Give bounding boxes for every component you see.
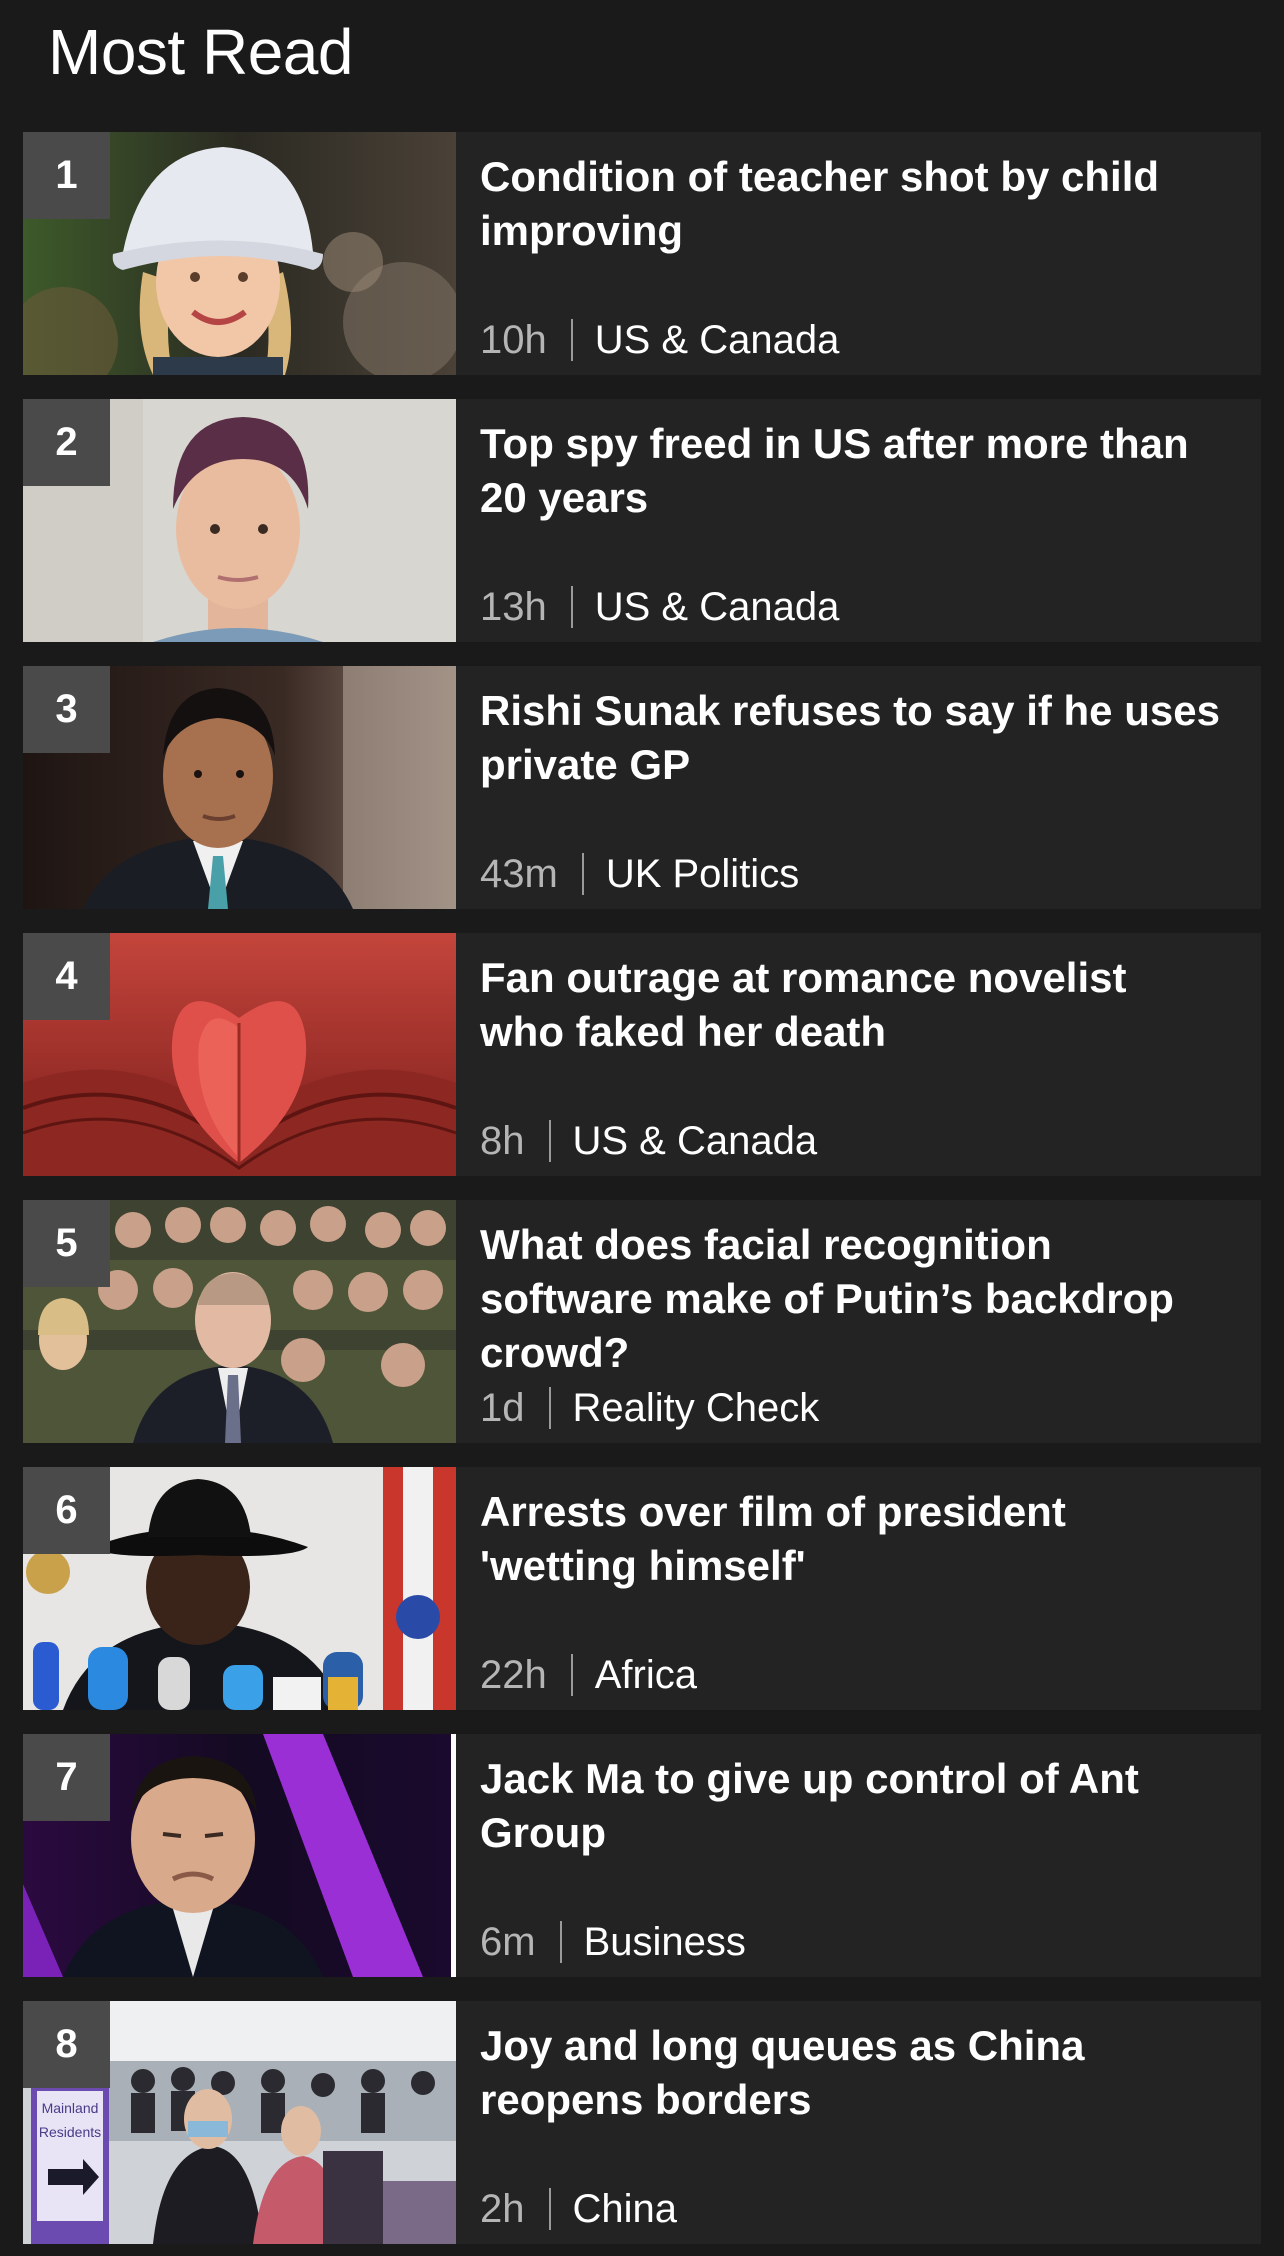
- meta-divider: [570, 586, 573, 628]
- story-meta: 43m UK Politics: [480, 849, 799, 899]
- story-time: 6m: [480, 1920, 536, 1964]
- rank-badge: 3: [23, 666, 110, 753]
- story-thumbnail[interactable]: 3: [23, 666, 456, 909]
- story-topic[interactable]: US & Canada: [595, 315, 840, 365]
- story-headline[interactable]: What does facial recognition software ma…: [480, 1218, 1221, 1380]
- story-text: Arrests over film of president 'wetting …: [456, 1467, 1261, 1710]
- story-thumbnail[interactable]: 5: [23, 1200, 456, 1443]
- story-headline[interactable]: Arrests over film of president 'wetting …: [480, 1485, 1221, 1593]
- story-meta: 6m Business: [480, 1917, 746, 1967]
- story-headline[interactable]: Joy and long queues as China reopens bor…: [480, 2019, 1221, 2127]
- story-meta: 1d Reality Check: [480, 1383, 819, 1433]
- meta-divider: [570, 1654, 573, 1696]
- story-text: What does facial recognition software ma…: [456, 1200, 1261, 1443]
- story-text: Fan outrage at romance novelist who fake…: [456, 933, 1261, 1176]
- story-headline[interactable]: Top spy freed in US after more than 20 y…: [480, 417, 1221, 525]
- story-topic[interactable]: Business: [584, 1917, 746, 1967]
- story-meta: 22h Africa: [480, 1650, 697, 1700]
- most-read-list: 1 Condition of teacher shot by child imp…: [23, 132, 1261, 2244]
- meta-divider: [548, 1387, 551, 1429]
- story-topic[interactable]: Africa: [595, 1650, 697, 1700]
- story-text: Top spy freed in US after more than 20 y…: [456, 399, 1261, 642]
- story-headline[interactable]: Condition of teacher shot by child impro…: [480, 150, 1221, 258]
- sign-text: Mainland: [42, 2100, 99, 2116]
- rank-badge: 7: [23, 1734, 110, 1821]
- rank-badge: 4: [23, 933, 110, 1020]
- story-item[interactable]: 7 Jack Ma to give up control of Ant Grou…: [23, 1734, 1261, 1977]
- story-text: Jack Ma to give up control of Ant Group …: [456, 1734, 1261, 1977]
- story-item[interactable]: 3 Rishi Sunak refuses to say if he uses …: [23, 666, 1261, 909]
- story-time: 13h: [480, 585, 547, 629]
- story-thumbnail[interactable]: 6: [23, 1467, 456, 1710]
- story-item[interactable]: 6 Arrests over film of president 'wettin…: [23, 1467, 1261, 1710]
- section-title: Most Read: [48, 16, 353, 88]
- story-text: Joy and long queues as China reopens bor…: [456, 2001, 1261, 2244]
- story-time: 1d: [480, 1386, 525, 1430]
- story-item[interactable]: 1 Condition of teacher shot by child imp…: [23, 132, 1261, 375]
- meta-divider: [581, 853, 584, 895]
- story-topic[interactable]: Reality Check: [573, 1383, 820, 1433]
- story-topic[interactable]: US & Canada: [573, 1116, 818, 1166]
- story-thumbnail[interactable]: 1: [23, 132, 456, 375]
- story-thumbnail[interactable]: 4: [23, 933, 456, 1176]
- meta-divider: [559, 1921, 562, 1963]
- story-time: 8h: [480, 1119, 525, 1163]
- story-text: Condition of teacher shot by child impro…: [456, 132, 1261, 375]
- story-topic[interactable]: US & Canada: [595, 582, 840, 632]
- story-item[interactable]: 5 What does facial recognition software …: [23, 1200, 1261, 1443]
- story-time: 43m: [480, 852, 558, 896]
- meta-divider: [570, 319, 573, 361]
- story-item[interactable]: Mainland Residents 8 Joy and long queues…: [23, 2001, 1261, 2244]
- story-headline[interactable]: Rishi Sunak refuses to say if he uses pr…: [480, 684, 1221, 792]
- story-topic[interactable]: China: [573, 2184, 678, 2234]
- meta-divider: [548, 1120, 551, 1162]
- story-time: 22h: [480, 1653, 547, 1697]
- rank-badge: 5: [23, 1200, 110, 1287]
- story-meta: 13h US & Canada: [480, 582, 839, 632]
- story-topic[interactable]: UK Politics: [606, 849, 799, 899]
- story-headline[interactable]: Jack Ma to give up control of Ant Group: [480, 1752, 1221, 1860]
- story-thumbnail[interactable]: Mainland Residents 8: [23, 2001, 456, 2244]
- rank-badge: 1: [23, 132, 110, 219]
- story-meta: 8h US & Canada: [480, 1116, 817, 1166]
- story-thumbnail[interactable]: 2: [23, 399, 456, 642]
- rank-badge: 6: [23, 1467, 110, 1554]
- story-meta: 10h US & Canada: [480, 315, 839, 365]
- story-text: Rishi Sunak refuses to say if he uses pr…: [456, 666, 1261, 909]
- sign-text: Residents: [39, 2124, 101, 2140]
- story-time: 10h: [480, 318, 547, 362]
- story-thumbnail[interactable]: 7: [23, 1734, 456, 1977]
- rank-badge: 2: [23, 399, 110, 486]
- story-item[interactable]: 2 Top spy freed in US after more than 20…: [23, 399, 1261, 642]
- rank-badge: 8: [23, 2001, 110, 2088]
- story-headline[interactable]: Fan outrage at romance novelist who fake…: [480, 951, 1221, 1059]
- meta-divider: [548, 2188, 551, 2230]
- story-time: 2h: [480, 2187, 525, 2231]
- story-item[interactable]: 4 Fan outrage at romance novelist who fa…: [23, 933, 1261, 1176]
- story-meta: 2h China: [480, 2184, 677, 2234]
